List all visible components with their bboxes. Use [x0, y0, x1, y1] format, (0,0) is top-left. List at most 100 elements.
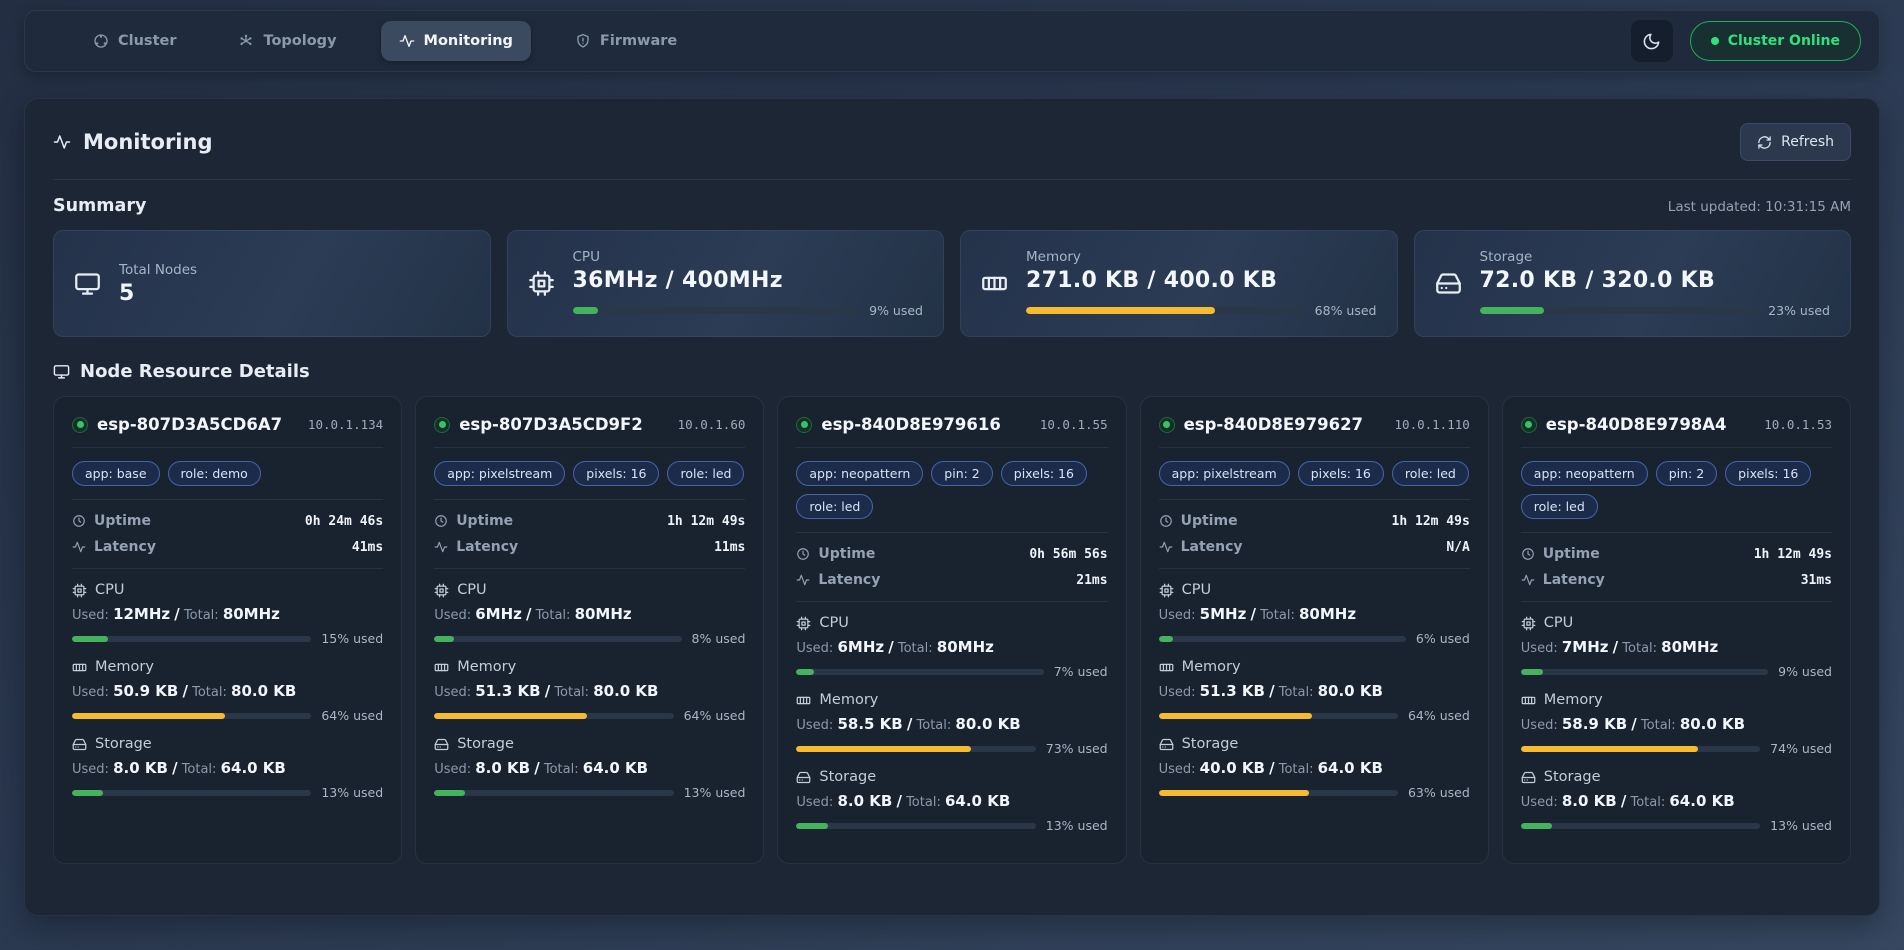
slash: /: [907, 715, 912, 733]
slash: /: [534, 759, 539, 777]
node-online-dot: [796, 417, 812, 433]
refresh-button[interactable]: Refresh: [1740, 123, 1851, 161]
storage-values: Used: 40.0 KB / Total: 64.0 KB: [1159, 759, 1470, 777]
cpu-values: Used: 6MHz / Total: 80MHz: [434, 605, 745, 623]
storage-percent-label: 23% used: [1768, 303, 1830, 318]
total-label: Total:: [1279, 685, 1314, 700]
memory-section-header: Memory: [72, 659, 383, 675]
storage-total-value: 64.0 KB: [583, 759, 648, 777]
node-tag: pixels: 16: [1725, 461, 1811, 486]
node-name: esp-807D3A5CD6A7: [97, 415, 282, 434]
cpu-section: CPU Used: 6MHz / Total: 80MHz 7% used: [796, 615, 1107, 679]
tab-firmware[interactable]: Firmware: [557, 21, 695, 61]
tab-cluster[interactable]: Cluster: [75, 21, 194, 61]
cpu-progress-bar: [1159, 636, 1406, 642]
node-tags: app: neopatternpin: 2pixels: 16role: led: [1521, 461, 1832, 519]
total-label: Total:: [1279, 762, 1314, 777]
cpu-progress-bar: [434, 636, 681, 642]
used-label: Used:: [72, 608, 109, 623]
storage-values: Used: 8.0 KB / Total: 64.0 KB: [796, 792, 1107, 810]
storage-label: Storage: [819, 769, 876, 785]
divider: [1159, 499, 1470, 500]
panel-header: Monitoring Refresh: [53, 123, 1851, 161]
memory-progress-row: 73% used: [796, 741, 1107, 756]
node-card: esp-840D8E9798A4 10.0.1.53 app: neopatte…: [1502, 396, 1851, 864]
cpu-label: CPU: [819, 615, 848, 631]
node-tag: pin: 2: [931, 461, 992, 486]
memory-section-header: Memory: [434, 659, 745, 675]
node-tag: pixels: 16: [1001, 461, 1087, 486]
memory-total-value: 80.0 KB: [1680, 715, 1745, 733]
total-label: Total:: [184, 608, 219, 623]
latency-row: Latency 11ms: [434, 539, 745, 555]
storage-progress-row: 13% used: [1521, 818, 1832, 833]
main-panel: Monitoring Refresh Summary Last updated:…: [24, 98, 1880, 916]
clock-icon: [1521, 547, 1535, 561]
cpu-total-value: 80MHz: [223, 605, 280, 623]
cpu-percent-label: 9% used: [1778, 664, 1832, 679]
storage-section: Storage Used: 8.0 KB / Total: 64.0 KB 13…: [434, 736, 745, 800]
divider: [72, 568, 383, 569]
node-card: esp-840D8E979627 10.0.1.110 app: pixelst…: [1140, 396, 1489, 864]
cpu-progress-row: 9% used: [573, 303, 924, 318]
page-title: Monitoring: [53, 130, 212, 154]
storage-icon: [72, 737, 87, 752]
node-ip: 10.0.1.53: [1764, 417, 1832, 432]
memory-used-value: 58.9 KB: [1562, 715, 1627, 733]
theme-toggle-button[interactable]: [1630, 19, 1674, 63]
slash: /: [1613, 638, 1618, 656]
storage-section-header: Storage: [1521, 769, 1832, 785]
cluster-status-label: Cluster Online: [1728, 33, 1840, 49]
memory-used-value: 51.3 KB: [475, 682, 540, 700]
clock-icon: [434, 514, 448, 528]
uptime-row: Uptime 1h 12m 49s: [1521, 546, 1832, 562]
node-tag: app: pixelstream: [434, 461, 565, 486]
refresh-icon: [1757, 135, 1772, 150]
cpu-progress-bar: [72, 636, 311, 642]
tab-topology[interactable]: Topology: [220, 21, 354, 61]
summary-card-memory: Memory 271.0 KB / 400.0 KB 68% used: [960, 230, 1398, 337]
divider: [796, 601, 1107, 602]
latency-value: 41ms: [352, 540, 383, 555]
memory-values: Used: 51.3 KB / Total: 80.0 KB: [434, 682, 745, 700]
storage-label: Storage: [1182, 736, 1239, 752]
used-label: Used:: [1159, 762, 1196, 777]
tab-monitoring[interactable]: Monitoring: [381, 21, 531, 61]
storage-values: Used: 8.0 KB / Total: 64.0 KB: [1521, 792, 1832, 810]
slash: /: [1269, 682, 1274, 700]
status-dot-icon: [1711, 37, 1719, 45]
node-ip: 10.0.1.110: [1395, 417, 1470, 432]
activity-icon: [72, 540, 86, 554]
summary-card-label: CPU: [573, 249, 924, 265]
summary-card-value: 271.0 KB / 400.0 KB: [1026, 268, 1377, 293]
memory-progress-bar: [796, 746, 1035, 752]
storage-total-value: 64.0 KB: [1669, 792, 1734, 810]
latency-row: Latency 21ms: [796, 572, 1107, 588]
latency-label: Latency: [456, 539, 518, 555]
cpu-section: CPU Used: 7MHz / Total: 80MHz 9% used: [1521, 615, 1832, 679]
storage-progress-bar: [434, 790, 673, 796]
summary-card-body: CPU 36MHz / 400MHz 9% used: [573, 249, 924, 318]
nodes-heading: Node Resource Details: [53, 361, 1851, 382]
node-tag: role: led: [667, 461, 744, 486]
node-card: esp-807D3A5CD9F2 10.0.1.60 app: pixelstr…: [415, 396, 764, 864]
cpu-values: Used: 5MHz / Total: 80MHz: [1159, 605, 1470, 623]
storage-section-header: Storage: [796, 769, 1107, 785]
storage-percent-label: 13% used: [321, 785, 383, 800]
memory-used-value: 58.5 KB: [837, 715, 902, 733]
uptime-value: 0h 24m 46s: [305, 514, 383, 529]
latency-label: Latency: [94, 539, 156, 555]
uptime-row: Uptime 1h 12m 49s: [434, 513, 745, 529]
storage-section-header: Storage: [434, 736, 745, 752]
slash: /: [1631, 715, 1636, 733]
cpu-label: CPU: [1182, 582, 1211, 598]
storage-progress-bar: [1159, 790, 1398, 796]
slash: /: [526, 605, 531, 623]
node-title-row: esp-840D8E979627 10.0.1.110: [1159, 415, 1470, 434]
cluster-status-badge[interactable]: Cluster Online: [1690, 21, 1861, 61]
node-tag: app: pixelstream: [1159, 461, 1290, 486]
storage-progress-bar: [72, 790, 311, 796]
memory-label: Memory: [819, 692, 878, 708]
slash: /: [1621, 792, 1626, 810]
latency-row: Latency 31ms: [1521, 572, 1832, 588]
